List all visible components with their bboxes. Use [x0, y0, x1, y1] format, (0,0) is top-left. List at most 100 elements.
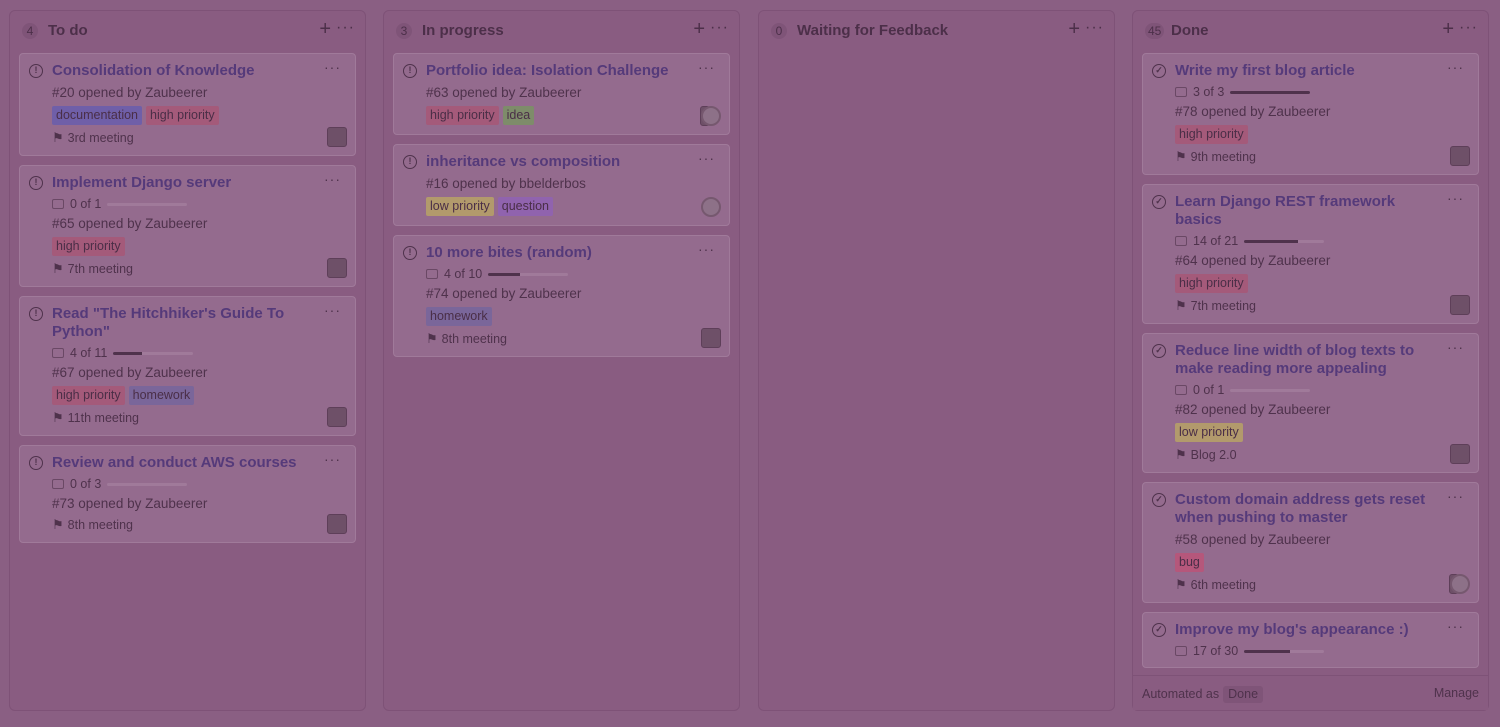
column-menu-icon[interactable]: ···: [1459, 18, 1478, 38]
issue-label[interactable]: low priority: [426, 197, 494, 216]
issue-title-link[interactable]: Read "The Hitchhiker's Guide To Python": [52, 305, 343, 341]
card-menu-icon[interactable]: ···: [698, 242, 715, 256]
column-automation-footer: Automated as Done Manage: [1133, 675, 1488, 710]
card-menu-icon[interactable]: ···: [1447, 191, 1464, 205]
issue-title-link[interactable]: Portfolio idea: Isolation Challenge: [426, 62, 717, 80]
issue-label[interactable]: idea: [502, 106, 535, 125]
issue-label[interactable]: high priority: [146, 106, 219, 125]
issue-label[interactable]: question: [497, 197, 554, 216]
issue-title-link[interactable]: Implement Django server: [52, 174, 343, 192]
task-progress: 0 of 1: [1175, 383, 1466, 397]
avatar[interactable]: [327, 258, 347, 278]
milestone[interactable]: ⚑ 8th meeting: [52, 517, 343, 533]
issue-card[interactable]: ! Review and conduct AWS courses ··· 0 of 3…: [19, 445, 356, 543]
open-issue-icon: !: [403, 246, 417, 260]
issue-label[interactable]: bug: [1175, 553, 1204, 572]
task-progress-bar: [107, 202, 188, 206]
issue-card[interactable]: ! inheritance vs composition ··· #16 opened…: [393, 144, 730, 226]
issue-title-link[interactable]: Review and conduct AWS courses: [52, 454, 343, 472]
issue-label[interactable]: high priority: [1175, 125, 1248, 144]
assignee-avatars: [327, 514, 347, 534]
closed-issue-icon: ✓: [1152, 195, 1166, 209]
issue-title-link[interactable]: Improve my blog's appearance :): [1175, 621, 1466, 639]
label-list: high priority: [52, 237, 343, 256]
issue-card[interactable]: ✓ Custom domain address gets reset when p…: [1142, 482, 1479, 603]
issue-label[interactable]: high priority: [426, 106, 499, 125]
issue-card[interactable]: ! 10 more bites (random) ··· 4 of 10 #74 ope…: [393, 235, 730, 357]
add-card-icon[interactable]: +: [1068, 19, 1080, 39]
column-menu-icon[interactable]: ···: [1085, 18, 1104, 38]
issue-card[interactable]: ! Implement Django server ··· 0 of 1 #65 ope…: [19, 165, 356, 287]
milestone[interactable]: ⚑ 11th meeting: [52, 410, 343, 426]
column-menu-icon[interactable]: ···: [336, 18, 355, 38]
issue-title-link[interactable]: Write my first blog article: [1175, 62, 1466, 80]
card-menu-icon[interactable]: ···: [698, 60, 715, 74]
task-progress-bar: [1244, 649, 1325, 653]
issue-label[interactable]: homework: [426, 307, 492, 326]
avatar[interactable]: [701, 197, 721, 217]
issue-label[interactable]: documentation: [52, 106, 143, 125]
card-menu-icon[interactable]: ···: [324, 303, 341, 317]
issue-card[interactable]: ✓ Reduce line width of blog texts to make…: [1142, 333, 1479, 473]
issue-meta: #67 opened by Zaubeerer: [52, 365, 208, 380]
milestone-name: 7th meeting: [67, 262, 133, 276]
issue-title-link[interactable]: inheritance vs composition: [426, 153, 717, 171]
avatar[interactable]: [701, 328, 721, 348]
assignee-avatars: [700, 106, 721, 126]
issue-card[interactable]: ! Consolidation of Knowledge ··· #20 opened…: [19, 53, 356, 156]
issue-title-link[interactable]: Custom domain address gets reset when pu…: [1175, 491, 1466, 527]
milestone[interactable]: ⚑ Blog 2.0: [1175, 447, 1466, 463]
column-title: Waiting for Feedback: [797, 22, 949, 39]
avatar[interactable]: [1450, 146, 1470, 166]
avatar[interactable]: [327, 127, 347, 147]
issue-label[interactable]: high priority: [52, 237, 125, 256]
milestone[interactable]: ⚑ 9th meeting: [1175, 149, 1466, 165]
column-menu-icon[interactable]: ···: [710, 18, 729, 38]
issue-label[interactable]: homework: [128, 386, 195, 405]
milestone[interactable]: ⚑ 7th meeting: [1175, 298, 1466, 314]
task-progress: 4 of 11: [52, 346, 343, 360]
card-menu-icon[interactable]: ···: [698, 151, 715, 165]
issue-title-link[interactable]: Learn Django REST framework basics: [1175, 193, 1466, 229]
avatar[interactable]: [701, 106, 721, 126]
issue-card[interactable]: ✓ Improve my blog's appearance :) ··· 17 of…: [1142, 612, 1479, 668]
issue-title-link[interactable]: Consolidation of Knowledge: [52, 62, 343, 80]
milestone-icon: ⚑: [52, 261, 64, 276]
checklist-icon: [52, 348, 64, 358]
milestone[interactable]: ⚑ 3rd meeting: [52, 130, 343, 146]
issue-title-link[interactable]: 10 more bites (random): [426, 244, 717, 262]
avatar[interactable]: [327, 514, 347, 534]
card-menu-icon[interactable]: ···: [1447, 489, 1464, 503]
card-menu-icon[interactable]: ···: [324, 172, 341, 186]
milestone[interactable]: ⚑ 6th meeting: [1175, 577, 1466, 593]
card-list: ! Consolidation of Knowledge ··· #20 opened…: [19, 53, 356, 710]
issue-label[interactable]: high priority: [52, 386, 125, 405]
add-card-icon[interactable]: +: [1442, 19, 1454, 39]
avatar[interactable]: [327, 407, 347, 427]
avatar[interactable]: [1450, 574, 1470, 594]
open-issue-icon: !: [29, 307, 43, 321]
issue-card[interactable]: ! Read "The Hitchhiker's Guide To Python"…: [19, 296, 356, 436]
milestone-icon: ⚑: [1175, 298, 1187, 313]
card-menu-icon[interactable]: ···: [324, 60, 341, 74]
manage-automation-link[interactable]: Manage: [1434, 686, 1479, 700]
issue-label[interactable]: high priority: [1175, 274, 1248, 293]
label-list: low priority: [1175, 423, 1466, 442]
issue-title-link[interactable]: Reduce line width of blog texts to make …: [1175, 342, 1466, 378]
card-menu-icon[interactable]: ···: [1447, 619, 1464, 633]
card-menu-icon[interactable]: ···: [1447, 340, 1464, 354]
issue-card[interactable]: ! Portfolio idea: Isolation Challenge ··· #…: [393, 53, 730, 135]
card-menu-icon[interactable]: ···: [1447, 60, 1464, 74]
avatar[interactable]: [1450, 295, 1470, 315]
avatar[interactable]: [1450, 444, 1470, 464]
milestone[interactable]: ⚑ 8th meeting: [426, 331, 717, 347]
add-card-icon[interactable]: +: [319, 19, 331, 39]
add-card-icon[interactable]: +: [693, 19, 705, 39]
milestone[interactable]: ⚑ 7th meeting: [52, 261, 343, 277]
task-progress-fill: [1244, 239, 1298, 243]
issue-card[interactable]: ✓ Learn Django REST framework basics ··· 14…: [1142, 184, 1479, 324]
issue-label[interactable]: low priority: [1175, 423, 1243, 442]
checklist-icon: [1175, 236, 1187, 246]
card-menu-icon[interactable]: ···: [324, 452, 341, 466]
issue-card[interactable]: ✓ Write my first blog article ··· 3 of 3 #78…: [1142, 53, 1479, 175]
